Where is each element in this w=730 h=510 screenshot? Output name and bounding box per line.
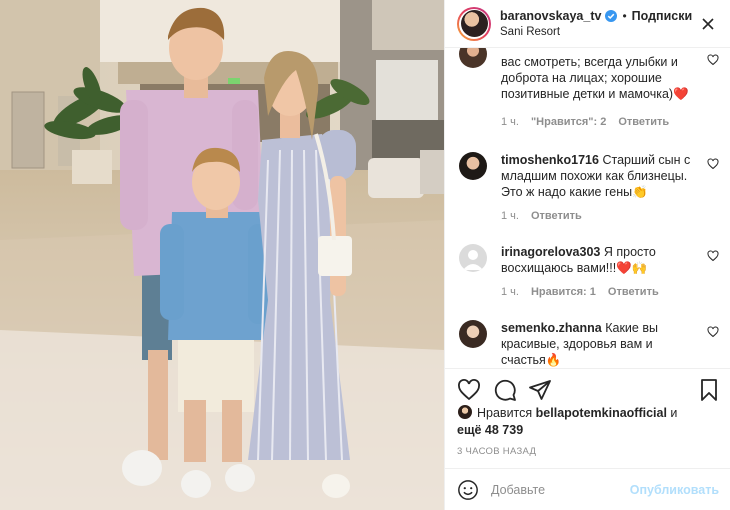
comment-text: вас смотреть; всегда улыбки и доброта на… (501, 55, 689, 101)
reply-button[interactable]: Ответить (531, 210, 582, 222)
comment-bubble-icon[interactable] (493, 378, 517, 402)
likes-count[interactable]: ещё 48 739 (457, 423, 523, 437)
save-bookmark-icon[interactable] (697, 378, 721, 402)
separator-dot: • (622, 8, 627, 23)
likes-prefix: Нравится (477, 406, 533, 420)
liker-avatar[interactable] (457, 404, 473, 420)
comment-username[interactable]: semenko.zhanna (501, 321, 602, 335)
comment-input[interactable]: Добавьте (491, 483, 630, 497)
post-time-ago[interactable]: 3 ЧАСОВ НАЗАД (457, 446, 536, 457)
author-avatar[interactable] (457, 6, 491, 41)
publish-button[interactable]: Опубликовать (630, 483, 719, 497)
comment-time[interactable]: 1 ч. (501, 116, 519, 128)
likes-summary: Нравится bellapotemkinaofficial и ещё 48… (457, 404, 719, 439)
comment-username[interactable]: irinagorelova303 (501, 245, 600, 259)
post-photo[interactable] (0, 0, 444, 510)
commenter-avatar-placeholder[interactable] (459, 244, 487, 272)
post-location[interactable]: Sani Resort (500, 24, 692, 40)
like-comment-heart-icon[interactable] (707, 158, 719, 170)
comments-list[interactable]: вас смотреть; всегда улыбки и доброта на… (445, 48, 730, 368)
comment-username[interactable]: timoshenko1716 (501, 153, 599, 167)
emoji-smiley-icon[interactable] (457, 479, 479, 501)
likes-conjunction: и (670, 406, 678, 420)
comment-likes[interactable]: "Нравится": 2 (531, 116, 606, 128)
commenter-avatar[interactable] (459, 152, 487, 180)
more-options-icon[interactable] (697, 13, 719, 35)
reply-button[interactable]: Ответить (608, 286, 659, 298)
liker-username[interactable]: bellapotemkinaofficial (536, 406, 667, 420)
like-comment-heart-icon[interactable] (707, 250, 719, 262)
add-comment-bar: Добавьте Опубликовать (445, 468, 730, 510)
like-comment-heart-icon[interactable] (707, 326, 719, 338)
following-button[interactable]: Подписки (632, 8, 693, 24)
comment-time[interactable]: 1 ч. (501, 210, 519, 222)
comment-likes[interactable]: Нравится: 1 (531, 286, 596, 298)
like-heart-icon[interactable] (457, 378, 481, 402)
like-comment-heart-icon[interactable] (707, 54, 719, 66)
author-username[interactable]: baranovskaya_tv (500, 8, 601, 24)
share-paper-plane-icon[interactable] (528, 378, 552, 402)
comment-time[interactable]: 1 ч. (501, 286, 519, 298)
commenter-avatar[interactable] (459, 320, 487, 348)
family-photo (0, 0, 444, 510)
commenter-avatar[interactable] (459, 48, 487, 68)
reply-button[interactable]: Ответить (618, 116, 669, 128)
verified-badge-icon (605, 9, 618, 22)
post-side-panel: baranovskaya_tv • Подписки Sani Resort в… (444, 0, 730, 510)
instagram-post: baranovskaya_tv • Подписки Sani Resort в… (0, 0, 730, 510)
post-header: baranovskaya_tv • Подписки Sani Resort (445, 0, 730, 48)
